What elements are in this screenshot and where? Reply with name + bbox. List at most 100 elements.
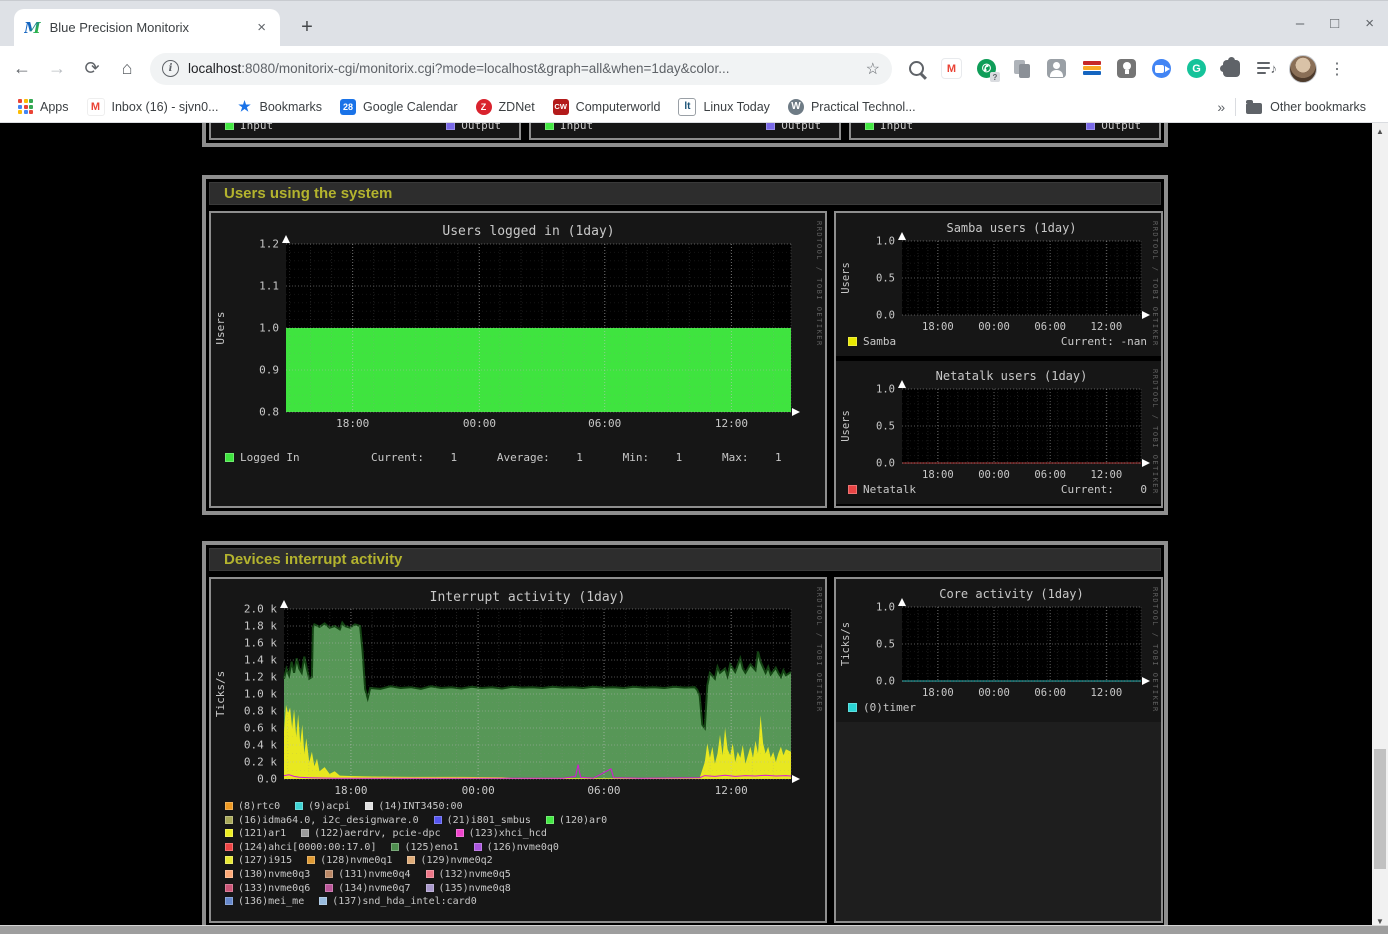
browser-toolbar: ← → ⟳ ⌂ i localhost:8080/monitorix-cgi/m… xyxy=(0,46,1388,91)
phone-extension-icon[interactable]: ✆? xyxy=(976,58,997,79)
tab-close-icon[interactable]: × xyxy=(253,19,270,36)
svg-text:0.8: 0.8 xyxy=(259,406,279,419)
rrdtool-watermark: RRDTOOL / TOBI OETIKER xyxy=(1151,369,1159,495)
legend-item: (135)nvme0q8 xyxy=(426,883,511,894)
svg-text:0.9: 0.9 xyxy=(259,364,279,377)
netatalk-users-graph[interactable]: Netatalk users (1day)1.00.50.018:0000:00… xyxy=(836,361,1161,504)
lamp-extension-icon[interactable] xyxy=(1116,58,1137,79)
bookmark-computerworld[interactable]: CWComputerworld xyxy=(553,99,661,115)
legend-item: Input xyxy=(225,123,273,132)
minimize-button[interactable]: – xyxy=(1296,15,1304,32)
bookmark-google-calendar[interactable]: 28 Google Calendar xyxy=(340,99,458,115)
legend-label: Samba xyxy=(848,335,896,348)
network-graph-truncated-1[interactable]: InputOutput xyxy=(209,123,521,140)
scroll-up-icon[interactable]: ▲ xyxy=(1372,123,1388,139)
browser-tab[interactable]: M Blue Precision Monitorix × xyxy=(14,9,280,46)
browser-window: M Blue Precision Monitorix × + – □ × ← →… xyxy=(0,0,1388,934)
maximize-button[interactable]: □ xyxy=(1330,15,1339,32)
legend-item: (123)xhci_hcd xyxy=(456,828,547,839)
core-activity-graph[interactable]: Core activity (1day)1.00.50.018:0000:000… xyxy=(836,579,1161,722)
svg-text:06:00: 06:00 xyxy=(1034,469,1066,481)
page-info-icon[interactable]: i xyxy=(162,60,179,77)
puzzle-extension-icon[interactable] xyxy=(1221,58,1242,79)
svg-text:0.5: 0.5 xyxy=(876,639,895,651)
svg-text:1.0 k: 1.0 k xyxy=(244,688,277,701)
svg-text:06:00: 06:00 xyxy=(1034,687,1066,699)
legend-item: (131)nvme0q4 xyxy=(325,869,410,880)
svg-text:1.8 k: 1.8 k xyxy=(244,620,277,633)
bookmark-bookmarks[interactable]: ★Bookmarks xyxy=(237,99,323,115)
rrdtool-watermark: RRDTOOL / TOBI OETIKER xyxy=(815,221,823,347)
reload-button[interactable]: ⟳ xyxy=(79,56,105,82)
bookmark-practical-technol-[interactable]: WPractical Technol... xyxy=(788,99,916,115)
svg-text:Ticks/s: Ticks/s xyxy=(214,671,227,717)
svg-text:00:00: 00:00 xyxy=(462,784,495,797)
bookmark-linux-today[interactable]: lt Linux Today xyxy=(678,98,770,116)
monitorix-favicon-icon: M xyxy=(24,19,41,37)
bookmark-star-icon[interactable]: ☆ xyxy=(866,59,880,79)
url-path: :8080/monitorix-cgi/monitorix.cgi?mode=l… xyxy=(241,61,729,76)
address-bar[interactable]: i localhost:8080/monitorix-cgi/monitorix… xyxy=(150,53,892,85)
samba-users-graph[interactable]: Samba users (1day)1.00.50.018:0000:0006:… xyxy=(836,213,1161,356)
network-graph-truncated-3[interactable]: InputOutput xyxy=(849,123,1161,140)
calendar-icon: 28 xyxy=(340,99,356,115)
close-button[interactable]: × xyxy=(1365,15,1374,32)
search-extension-icon[interactable] xyxy=(906,58,927,79)
bookmark-label: Linux Today xyxy=(703,100,770,114)
users-logged-in-graph[interactable]: Users logged in (1day)1.21.11.00.90.818:… xyxy=(211,213,825,506)
legend-item: Input xyxy=(545,123,593,132)
svg-text:00:00: 00:00 xyxy=(978,469,1010,481)
copy-extension-icon[interactable] xyxy=(1011,58,1032,79)
svg-text:06:00: 06:00 xyxy=(1034,321,1066,333)
svg-text:1.2 k: 1.2 k xyxy=(244,671,277,684)
bookmark-apps[interactable]: Apps xyxy=(18,99,69,114)
legend-item: (124)ahci[0000:00:17.0] xyxy=(225,842,376,853)
legend-item: (127)i915 xyxy=(225,855,292,866)
vertical-scrollbar[interactable]: ▲ ▼ xyxy=(1372,123,1388,929)
bookmark-label: Google Calendar xyxy=(363,100,458,114)
books-extension-icon[interactable] xyxy=(1081,58,1102,79)
new-tab-button[interactable]: + xyxy=(293,13,321,41)
playlist-extension-icon[interactable]: ♪ xyxy=(1256,58,1277,79)
gmail-extension-icon[interactable]: M xyxy=(941,58,962,79)
bookmark-zdnet[interactable]: ZZDNet xyxy=(476,99,535,115)
rrdtool-watermark: RRDTOOL / TOBI OETIKER xyxy=(1151,587,1159,713)
profile-avatar[interactable] xyxy=(1289,55,1317,83)
svg-text:0.2 k: 0.2 k xyxy=(244,756,277,769)
cw-icon: CW xyxy=(553,99,569,115)
interrupt-legend: (8)rtc0(9)acpi(14)INT3450:00(16)idma64.0… xyxy=(225,801,622,910)
lt-icon: lt xyxy=(678,98,696,116)
legend-item: (21)i801_smbus xyxy=(434,815,531,826)
url-host: localhost xyxy=(188,61,241,76)
legend-item: (122)aerdrv, pcie-dpc xyxy=(301,828,440,839)
url-text[interactable]: localhost:8080/monitorix-cgi/monitorix.c… xyxy=(188,61,858,76)
bookmarks-bar: Apps MInbox (16) - sjvn0... ★Bookmarks 28 Go… xyxy=(0,91,1388,123)
window-bottom-frame xyxy=(0,925,1388,934)
users-side-panel: Samba users (1day)1.00.50.018:0000:0006:… xyxy=(834,211,1163,508)
svg-text:18:00: 18:00 xyxy=(922,469,954,481)
back-button[interactable]: ← xyxy=(9,56,35,82)
grammarly-extension-icon[interactable]: G xyxy=(1186,58,1207,79)
bookmarks-overflow-chevron[interactable]: » xyxy=(1217,99,1225,115)
network-graph-truncated-2[interactable]: InputOutput xyxy=(529,123,841,140)
svg-text:1.0: 1.0 xyxy=(876,236,895,248)
person-extension-icon[interactable] xyxy=(1046,58,1067,79)
home-button[interactable]: ⌂ xyxy=(114,56,140,82)
legend-item: (8)rtc0 xyxy=(225,801,280,812)
bookmark-inbox-16-sjvn0-[interactable]: MInbox (16) - sjvn0... xyxy=(87,98,219,116)
svg-text:0.5: 0.5 xyxy=(876,273,895,285)
svg-text:18:00: 18:00 xyxy=(336,417,369,430)
legend-label: (0)timer xyxy=(848,701,916,714)
network-section-truncated: InputOutput InputOutput InputOutput xyxy=(202,123,1168,147)
scrollbar-thumb[interactable] xyxy=(1374,749,1386,869)
other-bookmarks-button[interactable]: Other bookmarks xyxy=(1246,100,1366,114)
interrupt-activity-graph[interactable]: Interrupt activity (1day)2.0 k1.8 k1.6 k… xyxy=(211,579,825,921)
svg-text:12:00: 12:00 xyxy=(715,784,748,797)
svg-text:12:00: 12:00 xyxy=(1091,321,1123,333)
legend-item: (130)nvme0q3 xyxy=(225,869,310,880)
forward-button[interactable]: → xyxy=(44,56,70,82)
svg-text:Netatalk users (1day): Netatalk users (1day) xyxy=(936,369,1088,383)
chrome-menu-icon[interactable]: ⋮ xyxy=(1329,59,1345,79)
camera-extension-icon[interactable] xyxy=(1151,58,1172,79)
legend-item: (134)nvme0q7 xyxy=(325,883,410,894)
